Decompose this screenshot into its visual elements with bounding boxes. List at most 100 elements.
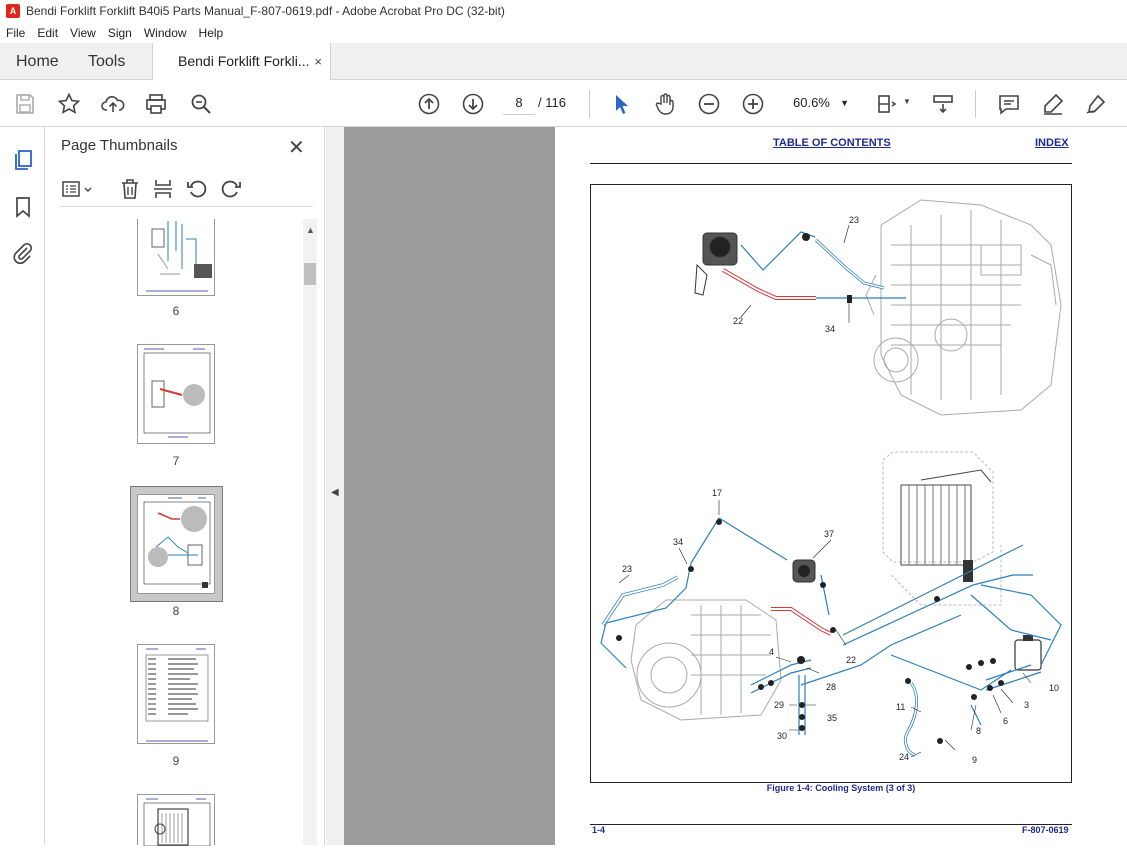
menu-help[interactable]: Help bbox=[193, 26, 230, 40]
menu-sign[interactable]: Sign bbox=[102, 26, 138, 40]
bookmark-star-icon[interactable] bbox=[56, 91, 82, 117]
thumbnail-panel-title: Page Thumbnails bbox=[61, 137, 178, 154]
find-zoom-icon[interactable] bbox=[188, 91, 214, 117]
page-thumbnails-icon[interactable] bbox=[11, 148, 35, 172]
tab-close-icon[interactable]: × bbox=[314, 43, 322, 80]
footer-document-number: F-807-0619 bbox=[1022, 825, 1069, 835]
left-rail bbox=[0, 127, 45, 845]
close-icon[interactable]: ✕ bbox=[288, 135, 305, 160]
thumbnail-page-6[interactable] bbox=[137, 219, 215, 296]
toolbar-separator bbox=[975, 90, 976, 118]
bookmarks-icon[interactable] bbox=[11, 195, 35, 219]
menu-file[interactable]: File bbox=[0, 26, 31, 40]
thumbnail-page-9[interactable] bbox=[137, 644, 215, 744]
table-of-contents-link[interactable]: TABLE OF CONTENTS bbox=[773, 137, 891, 149]
pdf-page: TABLE OF CONTENTS INDEX 23 22 34 17 37 3… bbox=[555, 127, 1127, 845]
figure-frame: 23 22 34 17 37 34 23 22 4 28 29 35 30 11… bbox=[590, 184, 1072, 783]
water-pump-top bbox=[694, 232, 738, 296]
thumbnail-9-preview bbox=[145, 648, 209, 742]
thumbnail-page-8[interactable] bbox=[137, 494, 215, 594]
index-link[interactable]: INDEX bbox=[1035, 137, 1069, 149]
next-page-icon[interactable] bbox=[460, 91, 486, 117]
thumbnail-scrollbar[interactable]: ▲ bbox=[303, 219, 317, 845]
callout-37: 37 bbox=[824, 529, 834, 539]
tab-home[interactable]: Home bbox=[16, 43, 59, 80]
callout-8: 8 bbox=[976, 726, 981, 736]
footer-page-number: 1-4 bbox=[592, 825, 606, 835]
callout-6: 6 bbox=[1003, 716, 1008, 726]
panel-collapse-handle[interactable]: ◀ bbox=[326, 127, 344, 845]
highlight-pen-icon[interactable] bbox=[1040, 91, 1066, 117]
menu-edit[interactable]: Edit bbox=[31, 26, 64, 40]
figure-caption: Figure 1-4: Cooling System (3 of 3) bbox=[766, 783, 916, 793]
callout-28: 28 bbox=[826, 682, 836, 692]
collapse-left-icon[interactable]: ◀ bbox=[331, 487, 339, 498]
callout-17: 17 bbox=[712, 488, 722, 498]
toolbar-separator bbox=[589, 90, 590, 118]
callout-22-bottom: 22 bbox=[846, 655, 856, 665]
callout-4: 4 bbox=[769, 647, 774, 657]
callout-3: 3 bbox=[1024, 700, 1029, 710]
engine-top-illustration bbox=[865, 199, 1062, 416]
callout-35: 35 bbox=[827, 713, 837, 723]
callout-34-top: 34 bbox=[825, 324, 835, 334]
select-cursor-icon[interactable] bbox=[608, 91, 634, 117]
callout-22-top: 22 bbox=[733, 316, 743, 326]
callout-23-top: 23 bbox=[849, 215, 859, 225]
tab-document[interactable]: Bendi Forklift Forkli... × bbox=[152, 43, 331, 81]
zoom-select[interactable]: 60.6% ▼ bbox=[785, 91, 855, 115]
thumbnail-toolbar bbox=[59, 175, 313, 207]
title-bar: A Bendi Forklift Forklift B40i5 Parts Ma… bbox=[0, 0, 1127, 22]
insert-page-icon[interactable] bbox=[151, 177, 175, 201]
thumbnail-8-preview bbox=[143, 497, 211, 588]
acrobat-logo-icon: A bbox=[6, 4, 20, 18]
save-icon[interactable] bbox=[12, 91, 38, 117]
share-cloud-icon[interactable] bbox=[100, 91, 126, 117]
thumbnail-options-icon[interactable] bbox=[61, 177, 95, 201]
thumbnail-page-10[interactable] bbox=[137, 794, 215, 847]
footer-rule bbox=[590, 824, 1072, 825]
rotate-right-icon[interactable] bbox=[219, 177, 243, 201]
tab-bar: Home Tools Bendi Forklift Forkli... × bbox=[0, 43, 1127, 81]
header-rule bbox=[590, 163, 1072, 164]
scrollbar-thumb[interactable] bbox=[304, 263, 316, 285]
callout-10: 10 bbox=[1049, 683, 1059, 693]
thumbnail-7-preview bbox=[143, 348, 211, 438]
callout-23-bottom: 23 bbox=[622, 564, 632, 574]
engine-bottom-illustration bbox=[630, 599, 782, 721]
attachments-paperclip-icon[interactable] bbox=[11, 241, 35, 265]
window-title: Bendi Forklift Forklift B40i5 Parts Manu… bbox=[26, 4, 505, 18]
draw-sign-icon[interactable] bbox=[1083, 91, 1109, 117]
rotate-left-icon[interactable] bbox=[185, 177, 209, 201]
thumbnail-panel: Page Thumbnails ✕ 6 7 8 9 ▲ bbox=[45, 127, 325, 847]
scroll-up-icon[interactable]: ▲ bbox=[306, 225, 315, 235]
tab-tools[interactable]: Tools bbox=[88, 43, 125, 80]
print-icon[interactable] bbox=[143, 91, 169, 117]
scroll-mode-icon[interactable] bbox=[930, 91, 956, 117]
thumbnail-page-7[interactable] bbox=[137, 344, 215, 444]
cooling-system-diagram: 23 22 34 17 37 34 23 22 4 28 29 35 30 11… bbox=[600, 199, 1062, 765]
delete-page-icon[interactable] bbox=[118, 177, 142, 201]
tab-document-label: Bendi Forklift Forkli... bbox=[178, 53, 310, 69]
hand-tool-icon[interactable] bbox=[652, 91, 678, 117]
page-number-input[interactable]: 8 bbox=[503, 91, 535, 115]
previous-page-icon[interactable] bbox=[416, 91, 442, 117]
callout-9: 9 bbox=[972, 755, 977, 765]
page-fit-chevron-icon[interactable]: ▼ bbox=[903, 97, 911, 106]
thumbnail-number: 7 bbox=[172, 454, 180, 468]
thumbnail-number: 9 bbox=[172, 754, 180, 768]
zoom-out-icon[interactable] bbox=[696, 91, 722, 117]
callout-29: 29 bbox=[774, 700, 784, 710]
callout-30: 30 bbox=[777, 731, 787, 741]
callout-11: 11 bbox=[896, 702, 905, 712]
comment-icon[interactable] bbox=[996, 91, 1022, 117]
chevron-down-icon: ▼ bbox=[840, 98, 849, 108]
document-viewport[interactable]: TABLE OF CONTENTS INDEX 23 22 34 17 37 3… bbox=[344, 127, 1127, 845]
page-fit-icon[interactable] bbox=[874, 91, 900, 117]
thumbnail-6-preview bbox=[146, 221, 212, 292]
thumbnail-10-preview bbox=[143, 798, 211, 847]
zoom-in-icon[interactable] bbox=[740, 91, 766, 117]
menu-view[interactable]: View bbox=[64, 26, 102, 40]
page-total: / 116 bbox=[538, 95, 566, 110]
menu-window[interactable]: Window bbox=[138, 26, 193, 40]
